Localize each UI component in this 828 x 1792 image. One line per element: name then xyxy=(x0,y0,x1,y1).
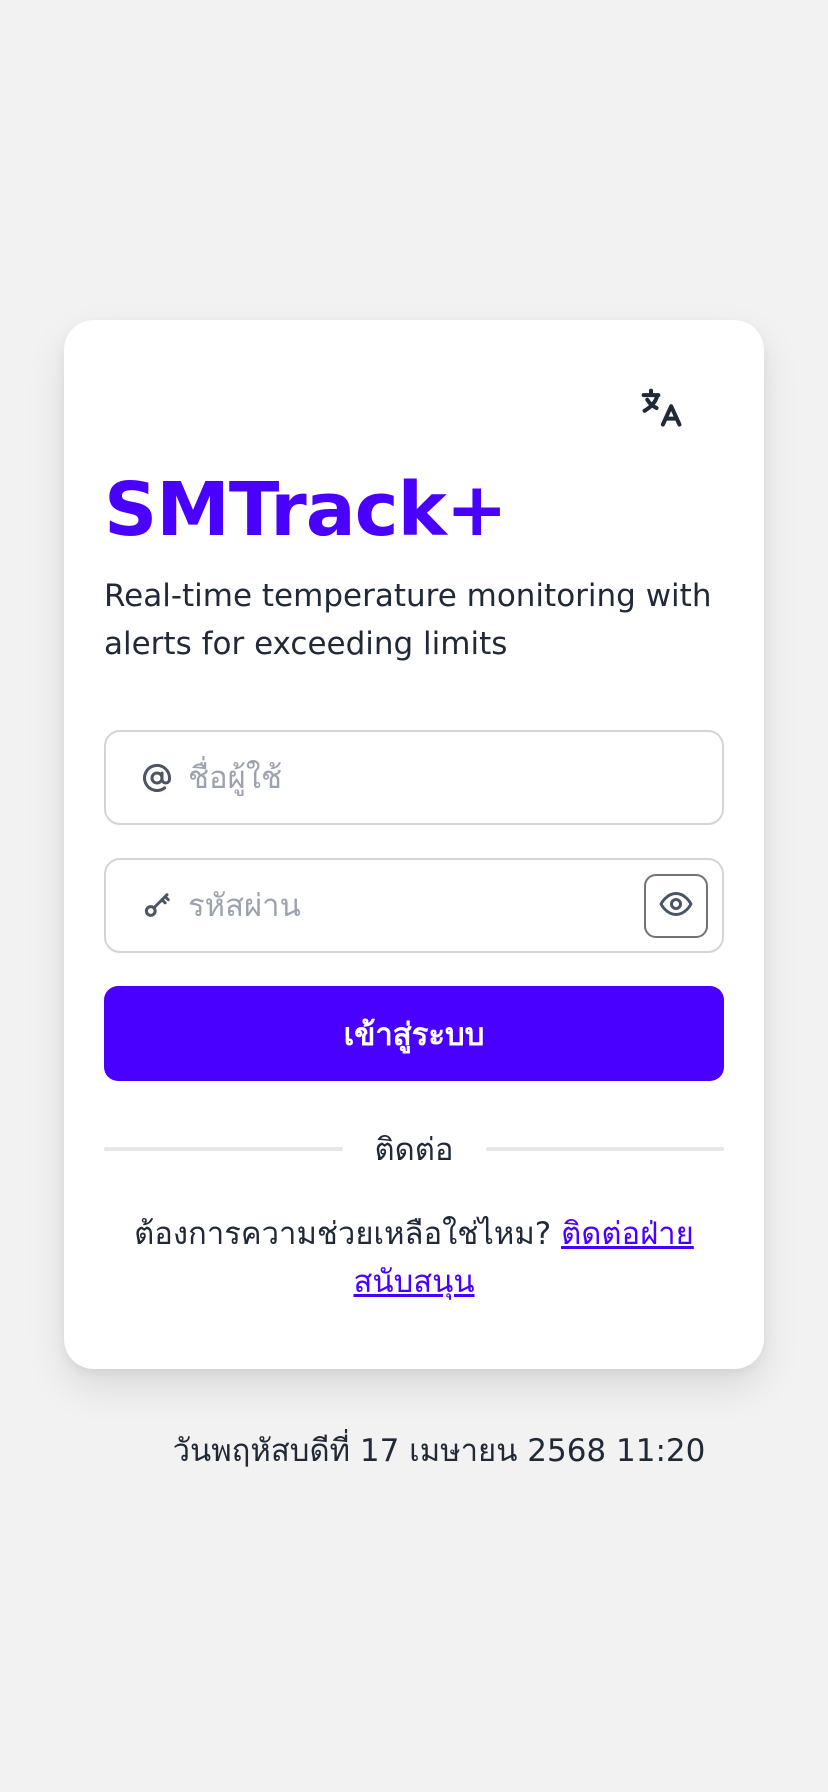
language-switch-button[interactable] xyxy=(632,380,692,440)
help-text: ต้องการความช่วยเหลือใช่ไหม? ติดต่อฝ่ายสน… xyxy=(124,1210,704,1306)
key-icon xyxy=(140,889,174,923)
divider-line-left xyxy=(104,1147,343,1151)
login-card: SMTrack+ Real-time temperature monitorin… xyxy=(64,320,764,1369)
current-datetime: วันพฤหัสบดีที่ 17 เมษายน 2568 11:20 xyxy=(172,1433,706,1469)
eye-icon xyxy=(658,886,694,926)
password-input[interactable] xyxy=(188,860,722,951)
app-title: SMTrack+ xyxy=(104,467,508,553)
password-field[interactable] xyxy=(104,858,724,953)
username-field[interactable] xyxy=(104,730,724,825)
toggle-password-visibility-button[interactable] xyxy=(644,874,708,938)
login-button[interactable]: เข้าสู่ระบบ xyxy=(104,986,724,1081)
app-subtitle: Real-time temperature monitoring with al… xyxy=(104,578,712,662)
divider-label: ติดต่อ xyxy=(374,1132,454,1168)
divider-line-right xyxy=(485,1147,725,1151)
translate-icon xyxy=(640,386,684,434)
help-question: ต้องการความช่วยเหลือใช่ไหม? xyxy=(134,1216,562,1252)
at-sign-icon xyxy=(140,761,174,795)
username-input[interactable] xyxy=(188,732,722,823)
contact-divider: ติดต่อ xyxy=(104,1125,725,1173)
